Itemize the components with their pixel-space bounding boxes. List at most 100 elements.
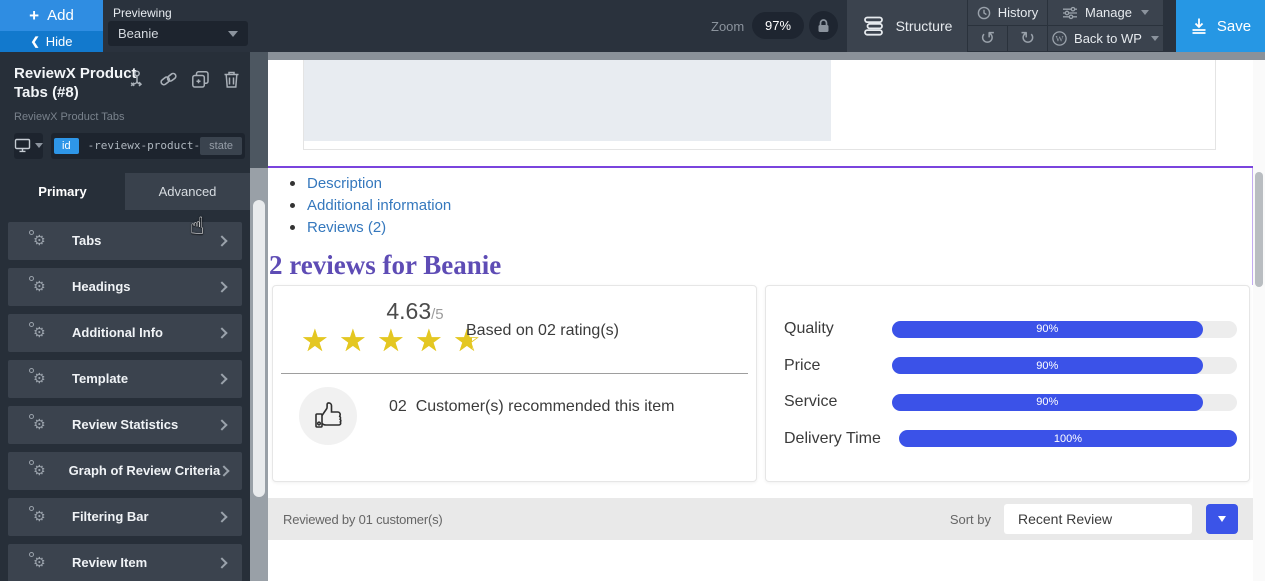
product-tab-link[interactable]: Additional information	[307, 197, 451, 214]
canvas-scrollbar-thumb[interactable]	[1255, 172, 1263, 287]
sidebar-item-label: Template	[72, 371, 129, 386]
save-download-icon	[1192, 18, 1206, 34]
chevron-right-icon	[216, 510, 228, 523]
sidebar-item[interactable]: ⚙ Review Statistics	[8, 405, 242, 444]
thumbs-up-icon	[315, 402, 342, 428]
sidebar-tab-bar: Primary Advanced	[0, 172, 250, 210]
redo-icon: ↻	[1019, 27, 1036, 49]
criteria-bar-track: 90%	[892, 320, 1237, 338]
sidebar-item-label: Review Item	[72, 555, 148, 570]
criteria-bar-fill: 90%	[892, 357, 1203, 375]
sidebar-item-label: Additional Info	[72, 325, 163, 340]
recommend-count: 02	[389, 398, 407, 415]
history-button[interactable]: History	[968, 0, 1048, 26]
save-button-label: Save	[1216, 17, 1252, 35]
element-id-row: id -reviewx-product- state	[14, 132, 246, 159]
reviewed-by-text: Reviewed by 01 customer(s)	[283, 511, 443, 527]
sidebar-item[interactable]: ⚙ Additional Info	[8, 313, 242, 352]
element-id-field[interactable]: id -reviewx-product- state	[51, 132, 246, 159]
criteria-label: Delivery Time	[784, 429, 881, 447]
based-on-text: Based on 02 rating(s)	[466, 322, 619, 339]
hierarchy-icon[interactable]	[127, 70, 146, 89]
sort-select[interactable]: Recent Review	[1004, 504, 1192, 534]
tab-primary-label: Primary	[38, 183, 87, 199]
save-button[interactable]: Save	[1176, 0, 1265, 52]
redo-button[interactable]: ↻	[1008, 26, 1048, 52]
manage-button[interactable]: Manage	[1048, 0, 1164, 26]
sidebar-item[interactable]: ⚙ Tabs	[8, 221, 242, 260]
sidebar-item[interactable]: ⚙ Headings	[8, 267, 242, 306]
lock-icon	[818, 18, 829, 32]
recommend-badge	[299, 387, 357, 445]
element-settings-sidebar: ReviewX Product Tabs (#8) ReviewX Produc…	[0, 52, 250, 581]
product-tab-link-item: Description	[290, 172, 451, 194]
criteria-graph: Quality 90% Price 90% Service 90% Delive…	[784, 311, 1237, 457]
chevron-right-icon	[216, 280, 228, 293]
preview-target-select[interactable]: Beanie	[108, 21, 248, 46]
id-badge: id	[54, 137, 79, 154]
sidebar-scrollbar	[250, 52, 268, 581]
product-tab-link[interactable]: Description	[307, 175, 382, 192]
monitor-icon	[14, 138, 31, 153]
sidebar-items: ⚙ Tabs ⚙ Headings ⚙ Additional Info ⚙ Te…	[0, 210, 250, 581]
criteria-bar-track: 100%	[898, 430, 1237, 448]
chevron-right-icon	[218, 464, 230, 477]
sidebar-item[interactable]: ⚙ Review Item	[8, 543, 242, 581]
sort-select-value: Recent Review	[1018, 511, 1113, 527]
zoom-lock-button[interactable]	[809, 11, 838, 40]
product-tab-link[interactable]: Reviews (2)	[307, 219, 386, 236]
duplicate-icon[interactable]	[191, 70, 210, 89]
gear-icon: ⚙	[29, 505, 49, 525]
manage-label: Manage	[1085, 5, 1132, 20]
sidebar-item[interactable]: ⚙ Graph of Review Criteria	[8, 451, 242, 490]
product-tab-link-item: Additional information	[290, 194, 451, 216]
sort-dropdown-button[interactable]	[1206, 504, 1238, 534]
star-rating: ☆ ★ ☆ ★ ☆ ★ ☆ ★ ☆ ★	[301, 324, 484, 358]
chevron-right-icon	[216, 372, 228, 385]
gear-icon: ⚙	[29, 551, 49, 571]
id-value[interactable]: -reviewx-product-	[88, 139, 201, 152]
link-icon[interactable]	[159, 70, 178, 89]
back-to-wp-label: Back to WP	[1074, 31, 1142, 46]
criteria-bar-track: 90%	[892, 357, 1237, 375]
structure-button[interactable]: Structure	[847, 0, 968, 52]
preview-target-value: Beanie	[118, 26, 159, 41]
selection-outline-top	[268, 166, 1253, 168]
sidebar-item-label: Tabs	[72, 233, 102, 248]
recommend-label: Customer(s) recommended this item	[415, 398, 675, 415]
chevron-down-icon	[1218, 516, 1226, 522]
sidebar-scrollbar-thumb[interactable]	[253, 200, 265, 497]
chevron-down-icon	[35, 143, 43, 148]
sidebar-item[interactable]: ⚙ Filtering Bar	[8, 497, 242, 536]
bullet-icon	[290, 202, 295, 208]
hide-button[interactable]: ❮ Hide	[0, 31, 103, 52]
criteria-row: Price 90%	[784, 348, 1237, 385]
state-button[interactable]: state	[200, 136, 243, 155]
criteria-bar-fill: 90%	[892, 320, 1203, 338]
chevron-right-icon	[216, 556, 228, 569]
star-icon: ☆ ★	[301, 323, 329, 359]
score-value: 4.63	[386, 298, 432, 324]
sidebar-item-label: Review Statistics	[72, 417, 179, 432]
zoom-level-control[interactable]: 97%	[752, 12, 804, 39]
chevron-right-icon	[216, 234, 228, 247]
add-button[interactable]: + Add	[0, 0, 103, 31]
trash-icon[interactable]	[223, 70, 240, 89]
undo-button[interactable]: ↺	[968, 26, 1008, 52]
criteria-bar-value: 90%	[1036, 323, 1059, 336]
score-out-of: /5	[431, 306, 444, 323]
sidebar-item[interactable]: ⚙ Template	[8, 359, 242, 398]
tab-primary[interactable]: Primary	[0, 172, 125, 210]
criteria-label: Price	[784, 356, 821, 374]
canvas-top-edge	[268, 52, 1265, 60]
tab-advanced[interactable]: Advanced	[125, 172, 250, 210]
preview-canvas: Description Additional information Revie…	[268, 52, 1265, 581]
element-action-icons	[127, 70, 240, 89]
product-tab-links: Description Additional information Revie…	[290, 172, 451, 238]
back-to-wp-button[interactable]: W Back to WP	[1048, 26, 1164, 52]
review-statistics-card: 4.63/5 ☆ ★ ☆ ★ ☆ ★ ☆ ★ ☆ ★ Based on 02 rating(s) …	[272, 285, 757, 482]
star-icon: ☆ ★	[377, 323, 405, 359]
clock-icon	[977, 6, 991, 19]
device-select[interactable]	[14, 132, 43, 159]
canvas-scrollbar	[1253, 60, 1265, 581]
